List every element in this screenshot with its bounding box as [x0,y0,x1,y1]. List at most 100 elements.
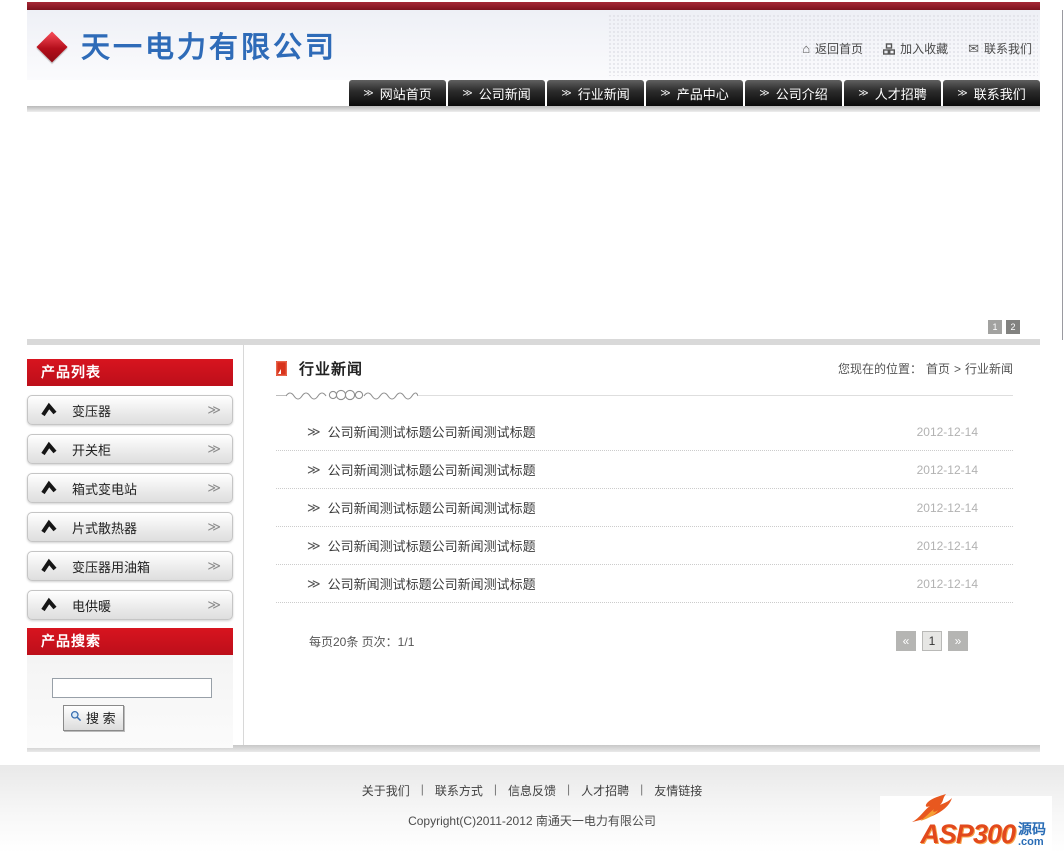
squiggle-ornament [286,389,418,401]
chevron-right-icon: ≫ [207,402,221,417]
nav-arrow-icon: ≫ [957,87,968,99]
footer-link-jobs[interactable]: 人才招聘 [581,782,629,799]
nav-item-label: 网站首页 [379,86,432,102]
page-container: 天一电力有限公司 ⌂ 返回首页 加入收藏 ✉ 联系我们 ≫ 网站首页 ≫ 公司新… [27,2,1040,752]
next-page-button[interactable]: » [948,631,968,651]
breadcrumb-separator: > [953,361,961,376]
search-input[interactable] [52,678,212,698]
chevron-right-icon: ≫ [207,558,221,573]
ornament-divider [276,388,1013,402]
news-row[interactable]: ≫ 公司新闻测试标题公司新闻测试标题 2012-12-14 [276,413,1013,451]
asp300-suffix: 源码 .com [1018,822,1046,848]
news-row[interactable]: ≫ 公司新闻测试标题公司新闻测试标题 2012-12-14 [276,565,1013,603]
news-title-link[interactable]: 公司新闻测试标题公司新闻测试标题 [328,536,917,555]
arrow-up-icon [41,597,57,613]
news-title-link[interactable]: 公司新闻测试标题公司新闻测试标题 [328,460,917,479]
nav-item-label: 产品中心 [676,86,729,102]
header-utility-links: ⌂ 返回首页 加入收藏 ✉ 联系我们 [802,40,1032,57]
news-title-link[interactable]: 公司新闻测试标题公司新闻测试标题 [328,574,917,593]
search-button[interactable]: 搜 索 [63,705,124,731]
main-panel: 行业新闻 您现在的位置： 首页 > 行业新闻 ≫ 公司新闻测试标题公司新闻测试标… [243,345,1040,745]
sidebar-item-label: 开关柜 [72,442,112,458]
sidebar-item-electric-heating[interactable]: 电供暖 ≫ [27,590,233,620]
nav-item-about[interactable]: ≫ 公司介绍 [745,80,842,106]
viewport-edge-line [1062,10,1063,340]
product-search-panel: 搜 索 [27,655,233,748]
news-row[interactable]: ≫ 公司新闻测试标题公司新闻测试标题 2012-12-14 [276,527,1013,565]
news-title-link[interactable]: 公司新闻测试标题公司新闻测试标题 [328,498,917,517]
nav-item-label: 公司介绍 [775,86,828,102]
breadcrumb-current[interactable]: 行业新闻 [965,360,1013,377]
chevron-right-icon: ≫ [207,441,221,456]
footer-separator: | [567,782,571,796]
footer-separator: | [420,782,424,796]
nav-item-jobs[interactable]: ≫ 人才招聘 [844,80,941,106]
double-chevron-icon: ≫ [307,499,321,515]
asp300-domain: .com [1018,836,1044,848]
breadcrumb-home-link[interactable]: 首页 [926,360,950,377]
list-footer: 每页20条 页次：1/1 « 1 » [276,631,1013,651]
nav-item-contact[interactable]: ≫ 联系我们 [943,80,1040,106]
product-search-header: 产品搜索 [27,628,233,655]
contact-link[interactable]: ✉ 联系我们 [968,40,1032,57]
home-link[interactable]: ⌂ 返回首页 [802,40,863,57]
sidebar-item-label: 变压器用油箱 [72,559,151,575]
flame-icon [912,794,952,822]
news-row[interactable]: ≫ 公司新闻测试标题公司新闻测试标题 2012-12-14 [276,489,1013,527]
sidebar-item-switchgear[interactable]: 开关柜 ≫ [27,434,233,464]
pagination: « 1 » [896,631,968,651]
sidebar-item-radiator[interactable]: 片式散热器 ≫ [27,512,233,542]
double-chevron-icon: ≫ [307,537,321,553]
news-section-icon [276,361,287,376]
footer-link-friendlinks[interactable]: 友情链接 [654,782,702,799]
news-title-link[interactable]: 公司新闻测试标题公司新闻测试标题 [328,422,917,441]
product-list-header: 产品列表 [27,359,233,386]
add-favorite-link[interactable]: 加入收藏 [883,40,948,57]
news-date: 2012-12-14 [916,500,978,515]
sidebar-item-box-substation[interactable]: 箱式变电站 ≫ [27,473,233,503]
arrow-up-icon [41,402,57,418]
site-header: 天一电力有限公司 ⌂ 返回首页 加入收藏 ✉ 联系我们 [27,10,1040,80]
nav-item-label: 公司新闻 [478,86,531,102]
news-row[interactable]: ≫ 公司新闻测试标题公司新闻测试标题 2012-12-14 [276,451,1013,489]
main-navigation: ≫ 网站首页 ≫ 公司新闻 ≫ 行业新闻 ≫ 产品中心 ≫ 公司介绍 ≫ 人才招… [27,80,1040,106]
news-date: 2012-12-14 [916,462,978,477]
prev-page-button[interactable]: « [896,631,916,651]
double-chevron-icon: ≫ [307,461,321,477]
nav-item-company-news[interactable]: ≫ 公司新闻 [448,80,545,106]
nav-arrow-icon: ≫ [363,87,374,99]
footer-link-about[interactable]: 关于我们 [362,782,410,799]
page-1-button[interactable]: 1 [922,631,942,651]
footer-link-feedback[interactable]: 信息反馈 [508,782,556,799]
sidebar-item-label: 箱式变电站 [72,481,138,497]
sidebar-item-oil-tank[interactable]: 变压器用油箱 ≫ [27,551,233,581]
site-footer: 关于我们 | 联系方式 | 信息反馈 | 人才招聘 | 友情链接 Copyrig… [0,765,1064,853]
breadcrumb-prefix: 您现在的位置： [837,362,922,376]
banner-page-1-button[interactable]: 1 [988,320,1002,334]
double-chevron-icon: ≫ [307,423,321,439]
sidebar-item-label: 片式散热器 [72,520,138,536]
divider-tail-line [418,394,1013,396]
nav-item-industry-news[interactable]: ≫ 行业新闻 [547,80,644,106]
nav-arrow-icon: ≫ [462,87,473,99]
nav-arrow-icon: ≫ [858,87,869,99]
nav-arrow-icon: ≫ [759,87,770,99]
nav-arrow-icon: ≫ [660,87,671,99]
footer-link-contact[interactable]: 联系方式 [435,782,483,799]
company-logo-text: 天一电力有限公司 [81,32,338,64]
nav-item-home[interactable]: ≫ 网站首页 [349,80,446,106]
chevron-right-icon: ≫ [207,597,221,612]
sidebar-item-label: 电供暖 [72,598,112,614]
news-date: 2012-12-14 [916,538,978,553]
add-favorite-label: 加入收藏 [900,42,949,56]
arrow-up-icon [41,480,57,496]
footer-separator: | [493,782,497,796]
banner-page-2-button[interactable]: 2 [1006,320,1020,334]
banner-pager: 1 2 [988,320,1020,334]
banner-region: 1 2 [27,112,1040,339]
arrow-up-icon [41,519,57,535]
nav-item-products[interactable]: ≫ 产品中心 [646,80,743,106]
asp300-word: 源码 [1018,821,1046,837]
home-link-label: 返回首页 [815,42,864,56]
sidebar-item-transformer[interactable]: 变压器 ≫ [27,395,233,425]
